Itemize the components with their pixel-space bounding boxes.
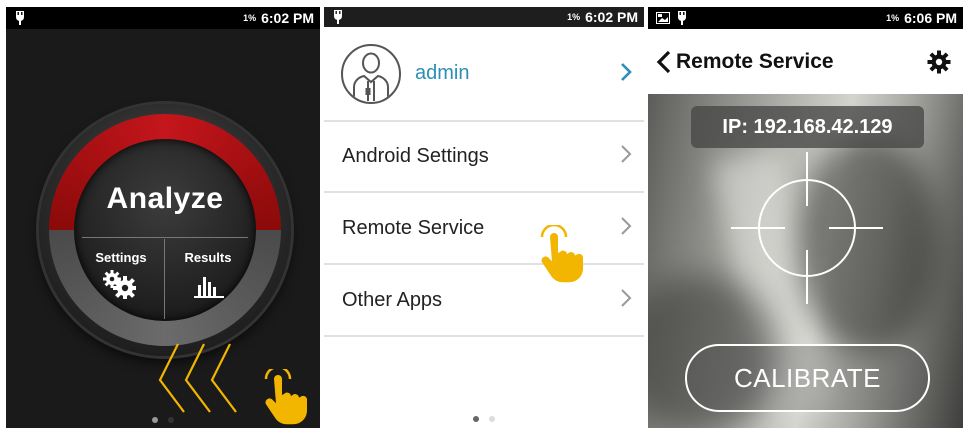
menu-item-label: Remote Service [342, 216, 485, 239]
analyze-button[interactable]: Analyze [74, 182, 256, 216]
swipe-chevrons-icon [154, 342, 239, 418]
menu-item-label: Android Settings [342, 144, 489, 167]
battery-percent: 1% [886, 13, 900, 23]
divider [164, 239, 165, 319]
analyze-dial[interactable]: Analyze Settings Results [39, 104, 291, 356]
bar-chart-icon[interactable] [194, 273, 224, 303]
chevron-right-icon [620, 144, 632, 168]
menu-item-remote-service[interactable]: Remote Service [324, 193, 644, 265]
divider [82, 237, 248, 238]
page-dot [168, 417, 174, 423]
page-title: Remote Service [676, 49, 834, 73]
page-dot [489, 416, 495, 422]
crosshair-icon [731, 152, 883, 308]
gears-icon[interactable] [102, 269, 137, 303]
image-icon [656, 12, 670, 24]
page-dot-active [473, 416, 479, 422]
user-row[interactable]: admin [324, 27, 644, 122]
gear-icon[interactable] [927, 50, 951, 78]
dial-face: Analyze Settings Results [74, 139, 256, 321]
remote-service-screen: 1% 6:06 PM Remote Service IP: 192.168.42… [648, 7, 963, 428]
chevron-right-icon[interactable] [620, 62, 632, 86]
usb-debug-icon [676, 11, 688, 25]
calibrate-button[interactable]: CALIBRATE [685, 344, 930, 412]
clock: 6:02 PM [585, 9, 638, 25]
menu-screen: 1% 6:02 PM admin Android Settings Remote… [324, 7, 644, 428]
app-bar: Remote Service [648, 29, 963, 94]
ip-address-label: IP: 192.168.42.129 [691, 106, 924, 148]
page-dot-active [152, 417, 158, 423]
status-bar: 1% 6:02 PM [6, 7, 320, 29]
chevron-right-icon [620, 288, 632, 312]
clock: 6:02 PM [261, 10, 314, 26]
tap-hand-icon [536, 223, 584, 289]
results-button-label[interactable]: Results [167, 250, 249, 265]
status-bar: 1% 6:02 PM [324, 7, 644, 27]
chevron-right-icon [620, 216, 632, 240]
battery-percent: 1% [567, 12, 581, 22]
clock: 6:06 PM [904, 10, 957, 26]
menu-item-label: Other Apps [342, 288, 443, 311]
settings-button-label[interactable]: Settings [80, 250, 162, 265]
menu-item-android-settings[interactable]: Android Settings [324, 121, 644, 193]
battery-percent: 1% [243, 13, 257, 23]
page-indicator [324, 416, 644, 422]
menu-item-other-apps[interactable]: Other Apps [324, 265, 644, 337]
chevron-left-icon[interactable] [656, 50, 672, 74]
usb-debug-icon [332, 10, 344, 24]
status-bar: 1% 6:06 PM [648, 7, 963, 29]
home-screen: 1% 6:02 PM Analyze Settings Results [6, 7, 320, 428]
user-avatar-icon [341, 43, 401, 104]
page-indicator [6, 417, 320, 423]
username[interactable]: admin [415, 62, 469, 85]
usb-debug-icon [14, 11, 26, 25]
